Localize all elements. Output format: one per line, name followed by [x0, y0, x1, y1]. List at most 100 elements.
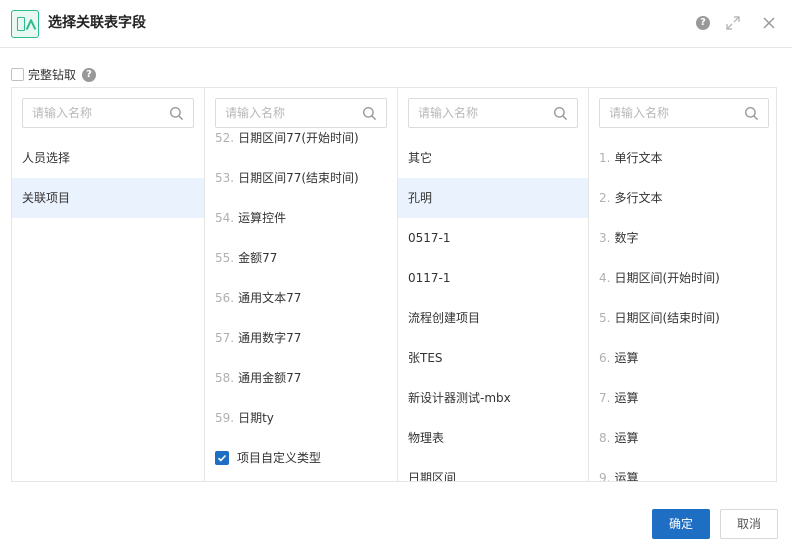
search-icon[interactable]	[169, 106, 184, 121]
item-label: 0117-1	[408, 271, 451, 285]
list-item[interactable]: 物理表	[398, 418, 588, 458]
item-label: 运算	[614, 391, 639, 405]
item-label: 孔明	[408, 191, 433, 205]
list-item[interactable]: 57. 通用数字77	[205, 318, 397, 358]
list-item[interactable]: 4. 日期区间(开始时间)	[589, 258, 776, 298]
list-item[interactable]: 孔明	[398, 178, 588, 218]
search-field[interactable]	[215, 98, 387, 128]
search-icon[interactable]	[362, 106, 377, 121]
item-label: 关联项目	[22, 191, 71, 205]
search-input[interactable]	[409, 99, 577, 127]
checkbox-checked-icon[interactable]	[215, 450, 229, 465]
confirm-button[interactable]: 确定	[652, 509, 710, 539]
item-label: 金额77	[238, 251, 278, 265]
search-icon[interactable]	[553, 106, 568, 121]
list-item[interactable]: 56. 通用文本77	[205, 278, 397, 318]
item-number: 53.	[215, 171, 235, 185]
item-number: 8.	[599, 431, 611, 445]
item-number: 7.	[599, 391, 611, 405]
item-label: 张TES	[408, 351, 443, 365]
complete-fetch-checkbox[interactable]	[11, 68, 24, 81]
list-item[interactable]: 59. 日期ty	[205, 398, 397, 438]
item-label: 运算控件	[238, 211, 287, 225]
item-label: 运算	[614, 471, 639, 481]
list-item[interactable]: 项目自定义类型	[205, 438, 397, 478]
list-item[interactable]: 0517-1	[398, 218, 588, 258]
list-item[interactable]: 55. 金额77	[205, 238, 397, 278]
list-item[interactable]: 5. 日期区间(结束时间)	[589, 298, 776, 338]
item-label: 运算	[614, 351, 639, 365]
item-label: 通用数字77	[238, 331, 302, 345]
item-label: 运算	[614, 431, 639, 445]
expand-icon[interactable]	[725, 15, 741, 31]
list-item[interactable]: 54. 运算控件	[205, 198, 397, 238]
cancel-button[interactable]: 取消	[720, 509, 778, 539]
item-label: 日期区间77(开始时间)	[238, 131, 359, 145]
item-label: 通用金额77	[238, 371, 302, 385]
item-label: 通用文本77	[238, 291, 302, 305]
column-list: 其它孔明 0517-1 0117-1 流程创建项目 张TES 新设计器测试-mbx 物理表日…	[398, 138, 588, 481]
item-number: 54.	[215, 211, 235, 225]
complete-fetch-help-icon[interactable]: ?	[82, 68, 96, 82]
list-item[interactable]: 2. 多行文本	[589, 178, 776, 218]
list-item[interactable]: 7. 运算	[589, 378, 776, 418]
search-input[interactable]	[600, 99, 768, 127]
item-number: 3.	[599, 231, 611, 245]
list-item[interactable]: 流程创建项目	[398, 298, 588, 338]
list-item[interactable]: 人员选择	[12, 138, 204, 178]
list-item[interactable]: 9. 运算	[589, 458, 776, 481]
dialog-header: 选择关联表字段 ?	[0, 0, 792, 48]
column-list: 人员选择 关联项目	[12, 138, 204, 218]
item-number: 58.	[215, 371, 235, 385]
search-field[interactable]	[22, 98, 194, 128]
item-number: 57.	[215, 331, 235, 345]
search-field[interactable]	[408, 98, 578, 128]
item-label: 日期区间(开始时间)	[614, 271, 720, 285]
search-field[interactable]	[599, 98, 769, 128]
complete-fetch-label[interactable]: 完整钻取	[28, 67, 76, 83]
list-item[interactable]: 新设计器测试-mbx	[398, 378, 588, 418]
item-number: 55.	[215, 251, 235, 265]
item-label: 日期ty	[238, 411, 274, 425]
item-number: 5.	[599, 311, 611, 325]
column-1: 人员选择关联项目	[12, 88, 204, 481]
item-number: 9.	[599, 471, 611, 481]
column-3: 其它孔明 0517-1 0117-1 流程创建项目张TES 新设计器测试-mbx 物理表日…	[397, 88, 588, 481]
list-item[interactable]: 6. 运算	[589, 338, 776, 378]
column-list: 52. 日期区间77(开始时间) 53. 日期区间77(结束时间) 54. 运算控件 55.…	[205, 118, 397, 478]
item-label: 0517-1	[408, 231, 451, 245]
item-label: 新设计器测试-mbx	[408, 391, 511, 405]
item-label: 多行文本	[614, 191, 663, 205]
search-input[interactable]	[216, 99, 386, 127]
item-number: 56.	[215, 291, 235, 305]
list-item[interactable]: 日期区间	[398, 458, 588, 481]
list-item[interactable]: 关联项目	[12, 178, 204, 218]
list-item[interactable]: 53. 日期区间77(结束时间)	[205, 158, 397, 198]
list-item[interactable]: 0117-1	[398, 258, 588, 298]
list-item[interactable]: 3. 数字	[589, 218, 776, 258]
list-item[interactable]: 1. 单行文本	[589, 138, 776, 178]
list-item[interactable]: 8. 运算	[589, 418, 776, 458]
item-label: 日期区间(结束时间)	[614, 311, 720, 325]
column-4: 1.单行文本2.多行文本3.数字4.日期区间(开始时间)5.日期区间(结束时间)…	[588, 88, 776, 481]
item-label: 人员选择	[22, 151, 71, 165]
column-2: 52. 日期区间77(开始时间) 53. 日期区间77(结束时间) 54. 运算控件 55.…	[204, 88, 397, 481]
item-number: 1.	[599, 151, 611, 165]
item-label: 流程创建项目	[408, 311, 481, 325]
search-icon[interactable]	[744, 106, 759, 121]
item-label: 数字	[614, 231, 639, 245]
list-item[interactable]: 58. 通用金额77	[205, 358, 397, 398]
item-label: 项目自定义类型	[237, 451, 322, 465]
list-item[interactable]: 其它	[398, 138, 588, 178]
close-icon[interactable]	[761, 15, 777, 31]
item-number: 4.	[599, 271, 611, 285]
list-item[interactable]: 张TES	[398, 338, 588, 378]
item-label: 单行文本	[614, 151, 663, 165]
item-label: 其它	[408, 151, 433, 165]
item-number: 2.	[599, 191, 611, 205]
item-label: 日期区间	[408, 471, 457, 481]
help-icon[interactable]: ?	[696, 16, 710, 30]
search-input[interactable]	[23, 99, 193, 127]
item-number: 59.	[215, 411, 235, 425]
dialog-title: 选择关联表字段	[48, 15, 146, 31]
